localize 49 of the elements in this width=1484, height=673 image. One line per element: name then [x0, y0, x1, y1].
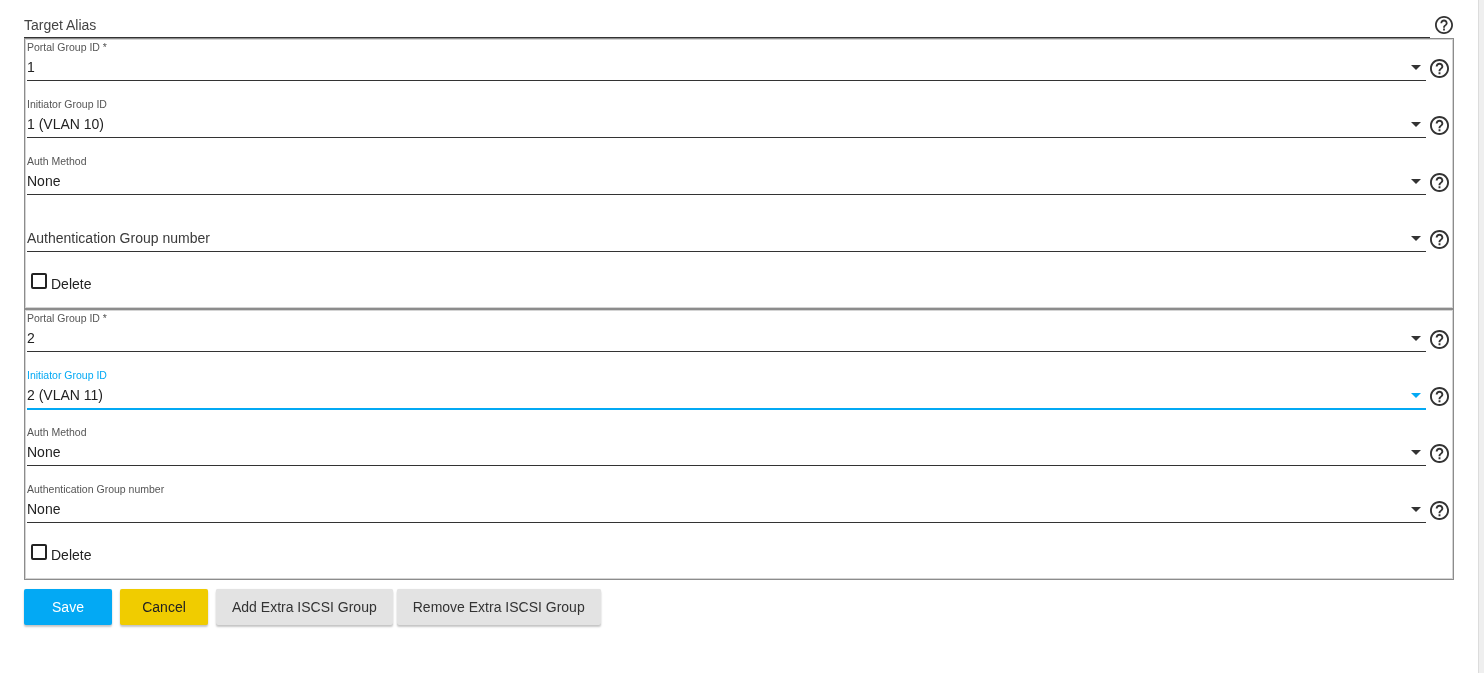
field-label: Portal Group ID *: [27, 312, 108, 325]
dropdown-field[interactable]: Initiator Group ID 2 (VLAN 11): [27, 369, 1426, 410]
dropdown-field[interactable]: Authentication Group number None: [27, 483, 1426, 523]
field-label: Auth Method: [27, 426, 88, 439]
field-label: Authentication Group number: [27, 483, 166, 496]
field-placeholder: Authentication Group number: [27, 229, 210, 247]
help-icon[interactable]: [1435, 16, 1453, 34]
dropdown-field[interactable]: Portal Group ID * 2: [27, 312, 1426, 352]
caret-icon: [1411, 335, 1421, 341]
caret-icon: [1411, 178, 1421, 184]
caret-icon: [1411, 449, 1421, 455]
field-label: Initiator Group ID: [27, 369, 108, 382]
scrollbar[interactable]: [1478, 0, 1484, 673]
dropdown-field[interactable]: Auth Method None: [27, 155, 1426, 195]
caret-icon: [1411, 392, 1421, 398]
help-icon[interactable]: [1430, 386, 1449, 406]
target-alias-input[interactable]: Target Alias: [24, 12, 1430, 38]
field-value: 1: [27, 58, 35, 76]
field-label: Initiator Group ID: [27, 98, 108, 111]
action-button[interactable]: Add Extra ISCSI Group: [216, 589, 393, 625]
field-value: None: [27, 443, 61, 461]
help-icon[interactable]: [1430, 500, 1449, 520]
field-value: 1 (VLAN 10): [27, 115, 105, 133]
help-icon[interactable]: [1430, 443, 1449, 463]
action-button[interactable]: Remove Extra ISCSI Group: [396, 589, 601, 625]
checkbox[interactable]: [31, 273, 47, 289]
caret-icon: [1411, 121, 1421, 127]
checkbox-label[interactable]: Delete: [51, 547, 92, 563]
help-icon[interactable]: [1430, 329, 1449, 349]
dropdown-field[interactable]: Authentication Group number: [27, 212, 1426, 252]
field-label: Auth Method: [27, 155, 88, 168]
help-icon[interactable]: [1430, 115, 1449, 135]
help-icon[interactable]: [1430, 172, 1449, 192]
field-value: 2: [27, 329, 35, 347]
field-label: Portal Group ID *: [27, 41, 108, 54]
cancel-button[interactable]: Cancel: [120, 589, 208, 625]
caret-icon: [1411, 506, 1421, 512]
checkbox-label[interactable]: Delete: [51, 276, 92, 292]
dropdown-field[interactable]: Initiator Group ID 1 (VLAN 10): [27, 98, 1426, 138]
field-value: None: [27, 172, 61, 190]
dropdown-field[interactable]: Auth Method None: [27, 426, 1426, 466]
help-icon[interactable]: [1430, 229, 1449, 249]
caret-icon: [1411, 235, 1421, 241]
field-value: 2 (VLAN 11): [27, 386, 103, 404]
caret-icon: [1411, 64, 1421, 70]
help-icon[interactable]: [1430, 58, 1449, 78]
checkbox[interactable]: [31, 544, 47, 560]
field-value: None: [27, 500, 61, 518]
dropdown-field[interactable]: Portal Group ID * 1: [27, 41, 1426, 81]
